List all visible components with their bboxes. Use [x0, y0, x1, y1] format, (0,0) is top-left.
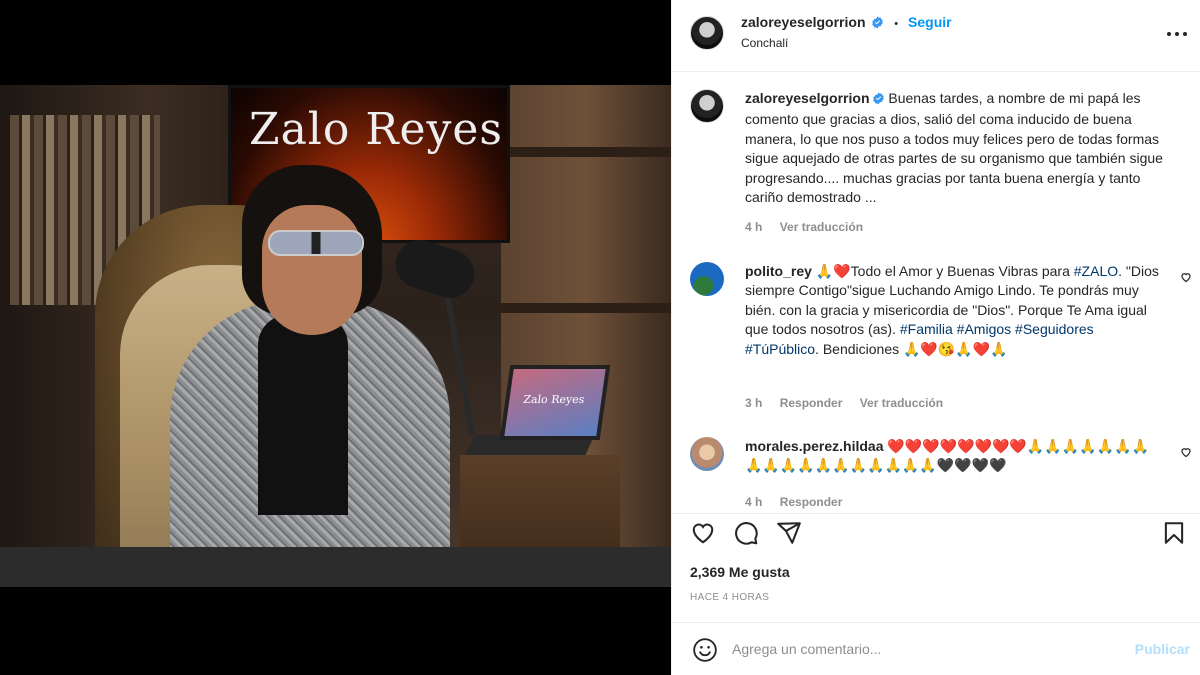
share-icon[interactable] — [776, 520, 802, 546]
comment-reply-link[interactable]: Responder — [780, 396, 843, 410]
verified-icon — [872, 91, 885, 110]
tv-title-text: Zalo Reyes — [249, 104, 503, 155]
man-shirt — [258, 315, 348, 515]
post-caption: zaloreyeselgorrion Buenas tardes, a nomb… — [690, 89, 1180, 249]
comments-list[interactable]: zaloreyeselgorrion Buenas tardes, a nomb… — [672, 73, 1200, 513]
more-icon[interactable] — [1167, 24, 1187, 44]
comment-text-block: morales.perez.hildaa ❤️❤️❤️❤️❤️❤️❤️❤️🙏🙏🙏… — [745, 437, 1165, 476]
caption-time[interactable]: 4 h — [745, 220, 762, 234]
microphone — [389, 233, 481, 305]
comment-time[interactable]: 4 h — [745, 495, 762, 509]
commenter-username[interactable]: morales.perez.hildaa — [745, 438, 884, 454]
emoji-icon[interactable] — [692, 637, 718, 663]
post-photo[interactable]: Zalo Reyes Zalo Reyes — [0, 85, 671, 587]
floor — [0, 547, 671, 587]
comment-translate-link[interactable]: Ver traducción — [860, 396, 943, 410]
laptop-screen: Zalo Reyes — [499, 365, 611, 440]
hashtag-link[interactable]: #TúPúblico — [745, 341, 815, 357]
commenter-username[interactable]: polito_rey — [745, 263, 812, 279]
comment-like-icon[interactable] — [1180, 270, 1192, 283]
hashtag-link[interactable]: #Amigos — [957, 321, 1011, 337]
comment-like-icon[interactable] — [1180, 445, 1192, 458]
like-icon[interactable] — [690, 520, 716, 546]
commenter-avatar[interactable] — [690, 437, 724, 471]
header-separator: • — [894, 18, 899, 30]
comment-composer: Publicar — [672, 622, 1200, 675]
caption-author-username[interactable]: zaloreyeselgorrion — [745, 90, 870, 106]
comment-reply-link[interactable]: Responder — [780, 495, 843, 509]
save-icon[interactable] — [1161, 520, 1187, 546]
comment-text-block: polito_rey 🙏❤️Todo el Amor y Buenas Vibr… — [745, 262, 1165, 359]
comment-text-segment: 🙏❤️Todo el Amor y Buenas Vibras para — [815, 263, 1074, 279]
verified-icon — [871, 16, 884, 32]
hashtag-link[interactable]: #Familia — [900, 321, 953, 337]
header-title-row: zaloreyeselgorrion • Seguir — [741, 14, 952, 32]
comment-meta: 3 h Responder Ver traducción — [745, 396, 957, 410]
publish-button[interactable]: Publicar — [1135, 641, 1190, 657]
post-sidebar: zaloreyeselgorrion • Seguir Conchalí zal… — [671, 0, 1200, 675]
post-media[interactable]: Zalo Reyes Zalo Reyes — [0, 0, 671, 675]
author-username[interactable]: zaloreyeselgorrion — [741, 14, 866, 30]
hashtag-link[interactable]: #Seguidores — [1015, 321, 1094, 337]
caption-meta: 4 h Ver traducción — [745, 220, 877, 234]
comment-time[interactable]: 3 h — [745, 396, 762, 410]
comment-item: morales.perez.hildaa ❤️❤️❤️❤️❤️❤️❤️❤️🙏🙏🙏… — [690, 437, 1191, 513]
caption-translate-link[interactable]: Ver traducción — [780, 220, 863, 234]
follow-button[interactable]: Seguir — [908, 14, 952, 30]
laptop-screen-text: Zalo Reyes — [522, 393, 586, 406]
author-avatar[interactable] — [690, 16, 724, 50]
caption-author-avatar[interactable] — [690, 89, 724, 123]
post-header: zaloreyeselgorrion • Seguir Conchalí — [672, 0, 1200, 72]
comment-item: polito_rey 🙏❤️Todo el Amor y Buenas Vibr… — [690, 262, 1191, 412]
comment-input[interactable] — [732, 637, 1102, 661]
comment-text-segment: . Bendiciones 🙏❤️😘🙏❤️🙏 — [815, 340, 1008, 357]
likes-count[interactable]: 2,369 Me gusta — [690, 564, 790, 580]
commenter-avatar[interactable] — [690, 262, 724, 296]
caption-text: Buenas tardes, a nombre de mi papá les c… — [745, 90, 1163, 206]
man-face — [262, 205, 362, 335]
comment-icon[interactable] — [733, 520, 759, 546]
caption-text-block: zaloreyeselgorrion Buenas tardes, a nomb… — [745, 89, 1165, 207]
hashtag-link[interactable]: #ZALO — [1074, 263, 1118, 279]
comment-meta: 4 h Responder — [745, 495, 856, 509]
post-time-ago[interactable]: HACE 4 HORAS — [690, 592, 769, 603]
post-location[interactable]: Conchalí — [741, 36, 788, 50]
sunglasses — [268, 230, 364, 256]
